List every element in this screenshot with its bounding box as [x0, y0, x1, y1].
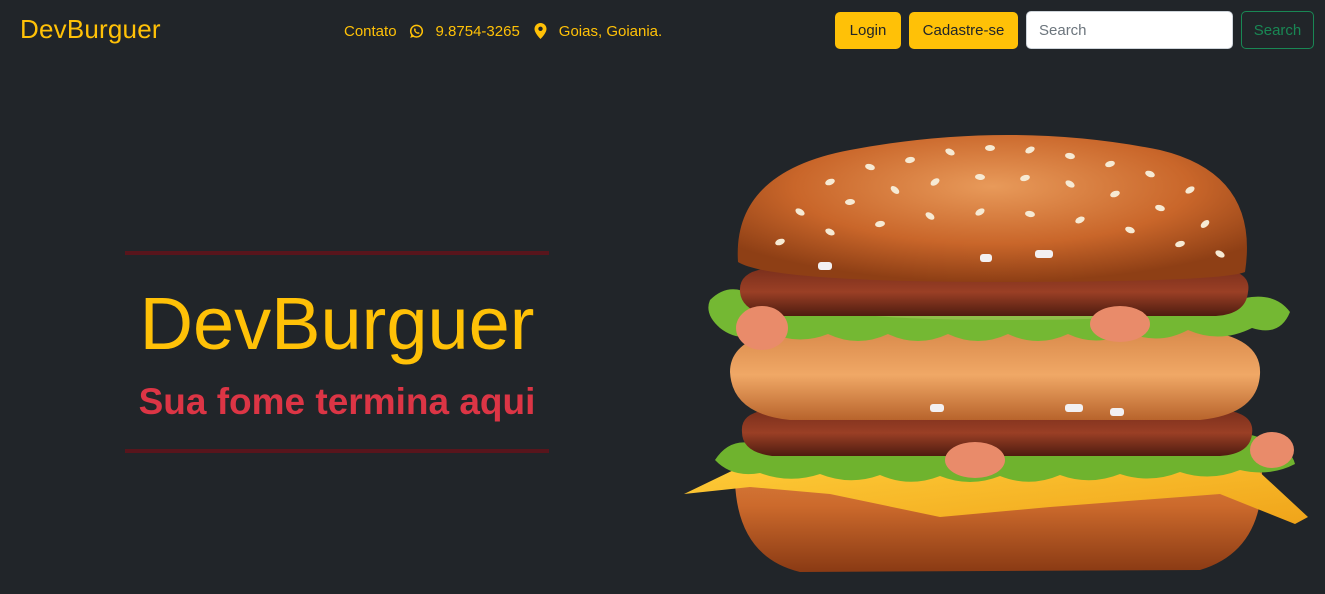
brand-logo[interactable]: DevBurguer	[20, 14, 161, 45]
navbar: DevBurguer Contato 9.8754-3265 Goias, Go…	[0, 0, 1325, 60]
hamburger-image	[684, 135, 1308, 572]
search-button[interactable]: Search	[1241, 11, 1314, 49]
login-button[interactable]: Login	[835, 12, 901, 49]
hero-title: DevBurguer	[139, 282, 535, 365]
signup-button[interactable]: Cadastre-se	[909, 12, 1018, 49]
contact-info: Contato 9.8754-3265 Goias, Goiania.	[344, 20, 662, 42]
contact-label: Contato	[344, 22, 397, 40]
hero-subtitle: Sua fome termina aqui	[138, 381, 536, 422]
phone-number: 9.8754-3265	[435, 22, 520, 40]
hero-divider-top	[125, 251, 549, 255]
location-text: Goias, Goiania.	[558, 22, 663, 40]
hero-divider-bottom	[125, 449, 549, 453]
map-pin-icon	[534, 23, 547, 39]
search-input[interactable]	[1026, 11, 1233, 49]
whatsapp-icon	[409, 24, 424, 39]
